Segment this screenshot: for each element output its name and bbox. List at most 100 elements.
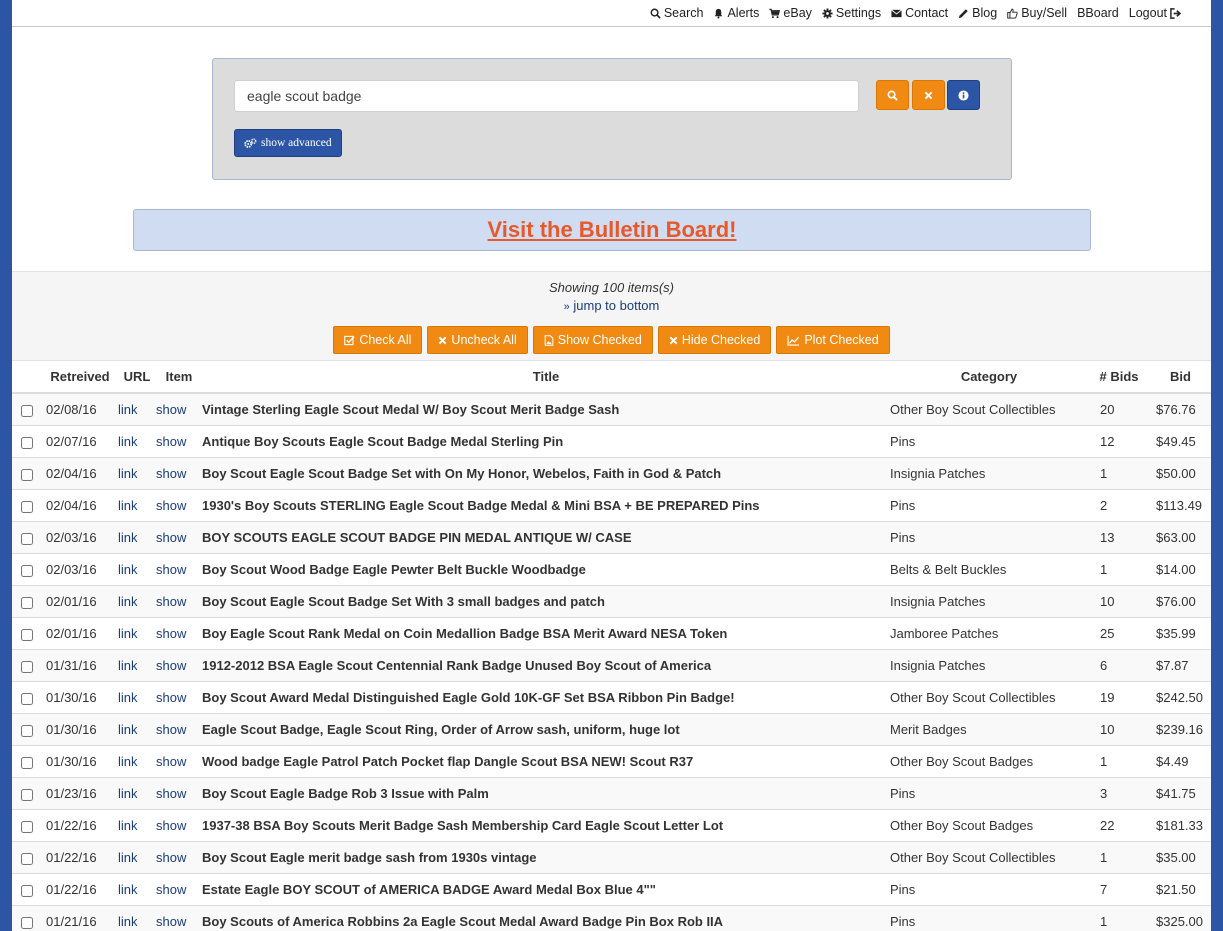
- nav-search[interactable]: Search: [650, 6, 703, 20]
- row-checkbox[interactable]: [21, 500, 33, 513]
- nav-bboard[interactable]: BBoard: [1077, 6, 1119, 20]
- row-link[interactable]: link: [118, 713, 156, 746]
- plot-checked-button[interactable]: Plot Checked: [776, 326, 890, 354]
- header-item[interactable]: Item: [156, 361, 202, 394]
- row-link[interactable]: link: [118, 553, 156, 586]
- row-link[interactable]: link: [118, 777, 156, 810]
- row-date: 02/01/16: [42, 585, 118, 618]
- row-checkbox[interactable]: [21, 404, 33, 417]
- search-button[interactable]: [876, 80, 909, 110]
- row-show[interactable]: show: [156, 841, 202, 874]
- header-url[interactable]: URL: [118, 361, 156, 394]
- row-checkbox[interactable]: [21, 884, 33, 897]
- row-checkbox[interactable]: [21, 820, 33, 833]
- search-input[interactable]: [234, 80, 859, 112]
- row-show[interactable]: show: [156, 457, 202, 490]
- row-category: Other Boy Scout Collectibles: [890, 841, 1088, 874]
- row-show[interactable]: show: [156, 713, 202, 746]
- row-show[interactable]: show: [156, 745, 202, 778]
- row-checkbox-cell: [12, 553, 42, 586]
- hide-checked-button[interactable]: Hide Checked: [657, 326, 772, 354]
- row-show[interactable]: show: [156, 392, 202, 426]
- row-bid-price: $7.87: [1150, 649, 1211, 682]
- row-title: Boy Scout Award Medal Distinguished Eagl…: [202, 681, 890, 714]
- header-bid[interactable]: Bid: [1150, 361, 1211, 394]
- row-show[interactable]: show: [156, 809, 202, 842]
- row-category: Pins: [890, 873, 1088, 906]
- row-link[interactable]: link: [118, 809, 156, 842]
- nav-logout[interactable]: Logout: [1129, 6, 1181, 20]
- row-bid-price: $21.50: [1150, 873, 1211, 906]
- row-show[interactable]: show: [156, 617, 202, 650]
- header-title[interactable]: Title: [202, 361, 890, 394]
- row-checkbox-cell: [12, 521, 42, 554]
- info-button[interactable]: [947, 80, 980, 110]
- row-title: Vintage Sterling Eagle Scout Medal W/ Bo…: [202, 392, 890, 426]
- nav-buysell-label: Buy/Sell: [1021, 6, 1068, 20]
- row-checkbox[interactable]: [21, 532, 33, 545]
- row-title: 1937-38 BSA Boy Scouts Merit Badge Sash …: [202, 809, 890, 842]
- row-checkbox[interactable]: [21, 852, 33, 865]
- table-row: 01/23/16 link show Boy Scout Eagle Badge Ro…: [12, 777, 1211, 810]
- row-link[interactable]: link: [118, 905, 156, 931]
- row-show[interactable]: show: [156, 873, 202, 906]
- nav-settings[interactable]: Settings: [822, 6, 881, 20]
- row-link[interactable]: link: [118, 649, 156, 682]
- nav-buysell[interactable]: Buy/Sell: [1007, 6, 1067, 20]
- table-row: 01/22/16 link show Boy Scout Eagle merit ba…: [12, 841, 1211, 874]
- row-checkbox[interactable]: [21, 724, 33, 737]
- row-show[interactable]: show: [156, 681, 202, 714]
- row-date: 01/30/16: [42, 745, 118, 778]
- row-checkbox[interactable]: [21, 436, 33, 449]
- nav-alerts[interactable]: Alerts: [713, 6, 759, 20]
- jump-to-bottom-link[interactable]: » jump to bottom: [564, 298, 660, 313]
- row-show[interactable]: show: [156, 649, 202, 682]
- row-link[interactable]: link: [118, 425, 156, 458]
- row-checkbox[interactable]: [21, 468, 33, 481]
- nav-blog[interactable]: Blog: [958, 6, 997, 20]
- uncheck-all-button[interactable]: Uncheck All: [427, 326, 528, 354]
- row-show[interactable]: show: [156, 777, 202, 810]
- show-checked-button[interactable]: Show Checked: [532, 326, 653, 354]
- row-link[interactable]: link: [118, 873, 156, 906]
- check-all-button[interactable]: Check All: [333, 326, 423, 354]
- header-bids[interactable]: # Bids: [1088, 361, 1150, 394]
- row-show[interactable]: show: [156, 521, 202, 554]
- row-link[interactable]: link: [118, 617, 156, 650]
- row-checkbox[interactable]: [21, 692, 33, 705]
- row-checkbox[interactable]: [21, 756, 33, 769]
- show-advanced-button[interactable]: show advanced: [234, 129, 342, 157]
- row-checkbox[interactable]: [21, 660, 33, 673]
- nav-contact[interactable]: Contact: [891, 6, 948, 20]
- row-show[interactable]: show: [156, 553, 202, 586]
- header-category[interactable]: Category: [890, 361, 1088, 394]
- table-row: 02/04/16 link show 1930's Boy Scouts STERLI…: [12, 489, 1211, 522]
- row-checkbox[interactable]: [21, 628, 33, 641]
- row-date: 02/03/16: [42, 521, 118, 554]
- row-bid-price: $50.00: [1150, 457, 1211, 490]
- row-link[interactable]: link: [118, 392, 156, 426]
- row-show[interactable]: show: [156, 905, 202, 931]
- row-checkbox[interactable]: [21, 788, 33, 801]
- row-checkbox[interactable]: [21, 916, 33, 929]
- header-retrieved[interactable]: Retreived: [42, 361, 118, 394]
- nav-ebay[interactable]: eBay: [769, 6, 812, 20]
- row-link[interactable]: link: [118, 489, 156, 522]
- row-link[interactable]: link: [118, 521, 156, 554]
- row-checkbox[interactable]: [21, 596, 33, 609]
- row-link[interactable]: link: [118, 457, 156, 490]
- clear-button[interactable]: [912, 80, 945, 110]
- row-link[interactable]: link: [118, 681, 156, 714]
- header-checkbox-col: [12, 361, 42, 394]
- row-checkbox[interactable]: [21, 564, 33, 577]
- row-link[interactable]: link: [118, 585, 156, 618]
- row-show[interactable]: show: [156, 489, 202, 522]
- row-show[interactable]: show: [156, 585, 202, 618]
- bulletin-link[interactable]: Visit the Bulletin Board!: [488, 217, 737, 243]
- table-header-row: Retreived URL Item Title Category # Bids…: [12, 361, 1211, 394]
- row-title: Estate Eagle BOY SCOUT of AMERICA BADGE …: [202, 873, 890, 906]
- row-link[interactable]: link: [118, 745, 156, 778]
- row-link[interactable]: link: [118, 841, 156, 874]
- row-show[interactable]: show: [156, 425, 202, 458]
- double-chevron-down-icon: »: [563, 301, 570, 313]
